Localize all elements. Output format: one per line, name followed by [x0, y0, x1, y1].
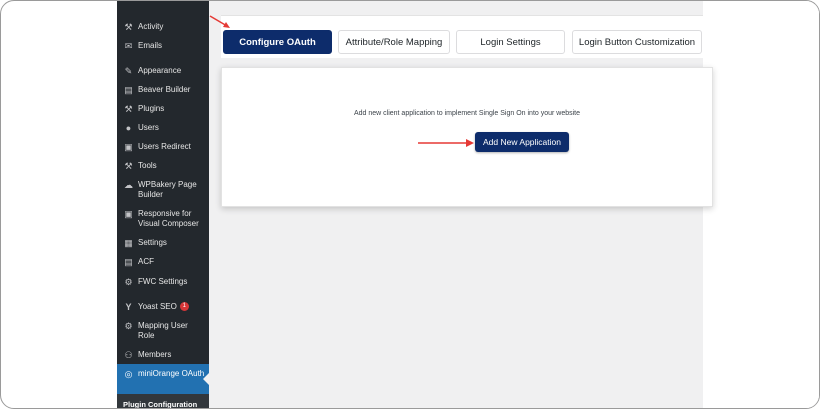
sidebar-item-acf[interactable]: ▤ ACF — [117, 257, 209, 269]
tab-bar: Configure OAuth Attribute/Role Mapping L… — [221, 15, 703, 58]
sidebar-subitem-plugin-configuration[interactable]: Plugin Configuration — [117, 394, 209, 409]
plugin-icon: ⚒ — [124, 104, 133, 114]
sidebar-item-members[interactable]: ⚇ Members — [117, 350, 209, 362]
redirect-icon: ▣ — [124, 142, 133, 152]
sidebar-item-appearance[interactable]: ✎ Appearance — [117, 66, 209, 78]
sidebar-item-label: Plugins — [138, 104, 165, 113]
miniorange-icon: ◎ — [124, 369, 133, 379]
sidebar-item-settings[interactable]: ▦ Settings — [117, 238, 209, 250]
tab-configure-oauth[interactable]: Configure OAuth — [223, 30, 332, 54]
admin-sidebar: ⚒ Activity ✉ Emails ✎ Appearance ▤ Beave… — [117, 1, 209, 409]
sidebar-item-mapping-user-role[interactable]: ⚙ Mapping User Role — [117, 321, 209, 343]
sidebar-item-users[interactable]: ● Users — [117, 123, 209, 135]
empty-right-area — [703, 1, 819, 408]
email-icon: ✉ — [124, 41, 133, 51]
sidebar-item-label: Beaver Builder — [138, 85, 191, 94]
sidebar-item-label: WPBakery Page Builder — [138, 180, 197, 199]
sidebar-item-label: Users Redirect — [138, 142, 191, 151]
gear-icon: ⚙ — [124, 321, 133, 331]
tab-login-settings[interactable]: Login Settings — [456, 30, 565, 54]
gear-icon: ⚙ — [124, 277, 133, 287]
sidebar-item-label: Yoast SEO 1 — [138, 302, 205, 312]
paintbrush-icon: ✎ — [124, 66, 133, 76]
sidebar-item-label: miniOrange OAuth — [138, 369, 205, 378]
sidebar-item-label: Mapping User Role — [138, 321, 188, 340]
sidebar-item-responsive-vc[interactable]: ▣ Responsive for Visual Composer — [117, 209, 209, 231]
settings-icon: ▦ — [124, 238, 133, 248]
sidebar-item-label: Activity — [138, 22, 164, 31]
layout-icon: ▤ — [124, 85, 133, 95]
tab-login-button-customization[interactable]: Login Button Customization — [572, 30, 702, 54]
sidebar-item-label: Members — [138, 350, 172, 359]
sidebar-item-text: Yoast SEO — [138, 302, 177, 311]
members-icon: ⚇ — [124, 350, 133, 360]
user-icon: ● — [125, 123, 132, 133]
yoast-icon: Y — [125, 302, 132, 312]
sidebar-item-yoast-seo[interactable]: Y Yoast SEO 1 — [117, 302, 209, 314]
sidebar-item-wpbakery[interactable]: ☁ WPBakery Page Builder — [117, 180, 209, 202]
sidebar-item-label: ACF — [138, 257, 154, 266]
responsive-icon: ▣ — [124, 209, 133, 219]
screenshot-frame: ⚒ Activity ✉ Emails ✎ Appearance ▤ Beave… — [0, 0, 820, 409]
activity-icon: ⚒ — [124, 22, 133, 32]
card-description: Add new client application to implement … — [353, 110, 581, 117]
tab-attribute-role-mapping[interactable]: Attribute/Role Mapping — [338, 30, 450, 54]
acf-icon: ▤ — [124, 257, 133, 267]
annotation-arrow-icon — [209, 15, 230, 28]
sidebar-item-label: Settings — [138, 238, 167, 247]
sidebar-subitem-label: Plugin Configuration — [123, 400, 198, 409]
sidebar-item-activity[interactable]: ⚒ Activity — [117, 22, 209, 34]
sidebar-item-miniorange-oauth[interactable]: ◎ miniOrange OAuth — [117, 364, 209, 394]
sidebar-item-beaver-builder[interactable]: ▤ Beaver Builder — [117, 85, 209, 97]
sidebar-item-label: Responsive for Visual Composer — [138, 209, 199, 228]
sidebar-item-tools[interactable]: ⚒ Tools — [117, 161, 209, 173]
sidebar-item-users-redirect[interactable]: ▣ Users Redirect — [117, 142, 209, 154]
wrench-icon: ⚒ — [124, 161, 133, 171]
sidebar-item-label: FWC Settings — [138, 277, 188, 286]
sidebar-item-label: Appearance — [138, 66, 182, 75]
main-content: Configure OAuth Attribute/Role Mapping L… — [209, 1, 819, 408]
sidebar-item-label: Emails — [138, 41, 163, 50]
sidebar-item-plugins[interactable]: ⚒ Plugins — [117, 104, 209, 116]
sidebar-item-label: Users — [138, 123, 159, 132]
sidebar-item-emails[interactable]: ✉ Emails — [117, 41, 209, 53]
sidebar-item-label: Tools — [138, 161, 157, 170]
notification-badge: 1 — [179, 302, 189, 312]
annotation-arrow-icon — [418, 139, 474, 147]
add-new-application-button[interactable]: Add New Application — [475, 132, 569, 152]
sidebar-item-fwc-settings[interactable]: ⚙ FWC Settings — [117, 277, 209, 289]
cloud-icon: ☁ — [124, 180, 133, 190]
